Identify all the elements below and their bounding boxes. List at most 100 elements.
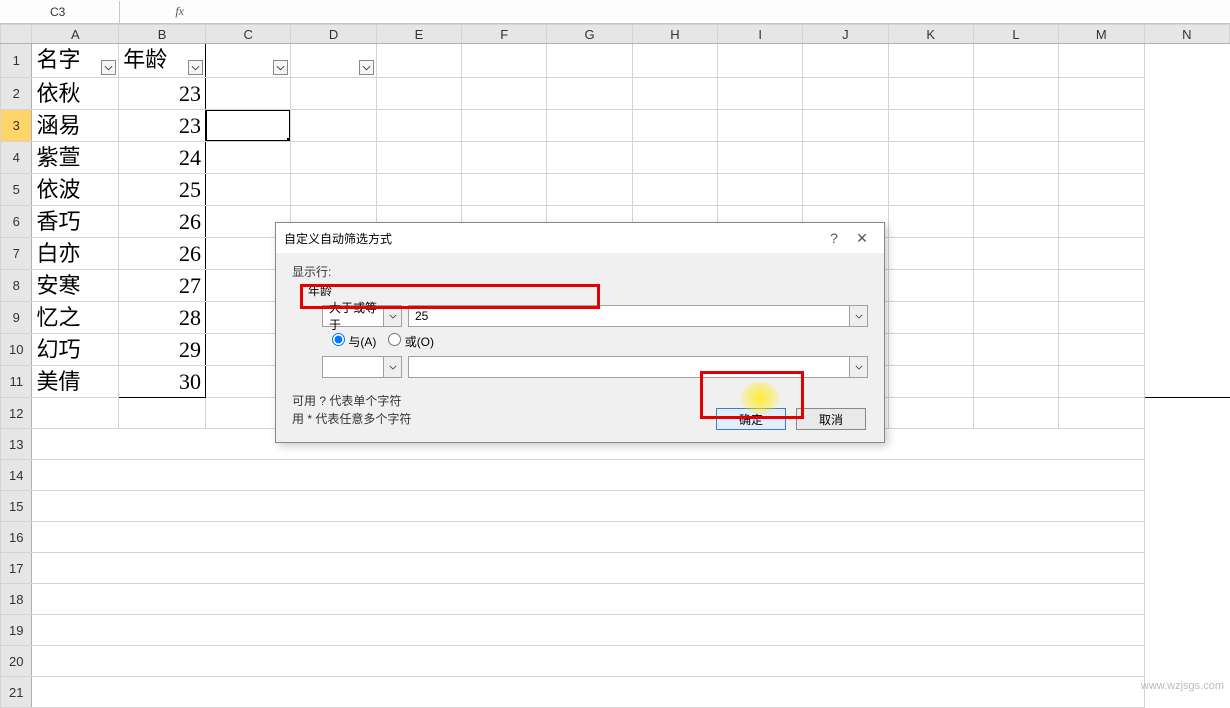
cell[interactable] (973, 110, 1058, 142)
cell[interactable] (32, 522, 1144, 553)
help-icon[interactable]: ? (820, 227, 848, 249)
filter-button-B[interactable] (188, 60, 203, 75)
cell[interactable]: 24 (119, 142, 206, 174)
cell[interactable] (1059, 398, 1144, 429)
row-header-1[interactable]: 1 (1, 44, 32, 78)
cancel-button[interactable]: 取消 (796, 408, 866, 430)
chevron-down-icon[interactable] (849, 306, 867, 326)
cell[interactable]: 忆之 (32, 302, 119, 334)
cell[interactable] (1059, 174, 1144, 206)
cell[interactable] (718, 110, 803, 142)
cell[interactable] (462, 44, 547, 78)
row-header[interactable]: 4 (1, 142, 32, 174)
cell[interactable]: 26 (119, 206, 206, 238)
col-header-M[interactable]: M (1059, 25, 1144, 44)
row-header[interactable]: 20 (1, 646, 32, 677)
cell[interactable] (803, 44, 888, 78)
condition2-value-combo[interactable] (408, 356, 868, 378)
cell[interactable] (1059, 238, 1144, 270)
cell[interactable] (888, 44, 973, 78)
cell[interactable] (1059, 302, 1144, 334)
cell[interactable] (1059, 270, 1144, 302)
cell[interactable] (32, 584, 1144, 615)
row-header[interactable]: 17 (1, 553, 32, 584)
row-header[interactable]: 14 (1, 460, 32, 491)
row-header[interactable]: 12 (1, 398, 32, 429)
cell[interactable] (32, 646, 1144, 677)
cell[interactable] (973, 334, 1058, 366)
cell[interactable] (291, 110, 376, 142)
cell[interactable]: 30 (119, 366, 206, 398)
row-header[interactable]: 15 (1, 491, 32, 522)
name-box[interactable]: C3 (0, 1, 120, 23)
row-header[interactable]: 7 (1, 238, 32, 270)
cell[interactable] (1059, 44, 1144, 78)
cell[interactable] (718, 142, 803, 174)
cell[interactable] (973, 238, 1058, 270)
cell[interactable]: 26 (119, 238, 206, 270)
col-header-I[interactable]: I (718, 25, 803, 44)
cell[interactable]: 23 (119, 78, 206, 110)
cell[interactable] (547, 78, 632, 110)
cell[interactable] (888, 366, 973, 398)
col-header-F[interactable]: F (462, 25, 547, 44)
cell-C3-selected[interactable] (206, 110, 291, 142)
cell[interactable] (1059, 206, 1144, 238)
row-header[interactable]: 10 (1, 334, 32, 366)
cell[interactable] (888, 334, 973, 366)
formula-input[interactable] (190, 2, 1230, 22)
cell[interactable] (547, 44, 632, 78)
cell[interactable] (291, 78, 376, 110)
row-header[interactable]: 16 (1, 522, 32, 553)
cell[interactable] (32, 677, 1144, 708)
cell[interactable] (632, 110, 717, 142)
cell[interactable] (632, 44, 717, 78)
col-header-C[interactable]: C (206, 25, 291, 44)
cell[interactable] (973, 206, 1058, 238)
cell[interactable]: 29 (119, 334, 206, 366)
cell[interactable] (119, 398, 206, 429)
cell[interactable] (973, 174, 1058, 206)
col-header-K[interactable]: K (888, 25, 973, 44)
cell[interactable]: 涵易 (32, 110, 119, 142)
cell[interactable] (973, 142, 1058, 174)
row-header[interactable]: 8 (1, 270, 32, 302)
filter-button-D[interactable] (359, 60, 374, 75)
col-header-G[interactable]: G (547, 25, 632, 44)
cell[interactable] (973, 398, 1058, 429)
cell[interactable] (32, 491, 1144, 522)
cell[interactable] (1059, 110, 1144, 142)
chevron-down-icon[interactable] (849, 357, 867, 377)
cell[interactable] (206, 174, 291, 206)
cell[interactable] (462, 110, 547, 142)
cell[interactable] (888, 206, 973, 238)
cell[interactable]: 23 (119, 110, 206, 142)
cell[interactable] (1059, 142, 1144, 174)
cell[interactable] (973, 366, 1058, 398)
col-header-D[interactable]: D (291, 25, 376, 44)
cell[interactable] (1059, 334, 1144, 366)
col-header-J[interactable]: J (803, 25, 888, 44)
fx-icon[interactable]: fx (120, 4, 190, 19)
cell[interactable]: 25 (119, 174, 206, 206)
cell[interactable] (32, 398, 119, 429)
select-all-corner[interactable] (1, 25, 32, 44)
cell[interactable] (376, 110, 461, 142)
cell[interactable] (32, 615, 1144, 646)
filter-button-A[interactable] (101, 60, 116, 75)
col-header-B[interactable]: B (119, 25, 206, 44)
cell[interactable] (376, 44, 461, 78)
cell[interactable] (973, 270, 1058, 302)
dialog-titlebar[interactable]: 自定义自动筛选方式 ? ✕ (276, 223, 884, 253)
row-header[interactable]: 11 (1, 366, 32, 398)
close-icon[interactable]: ✕ (848, 227, 876, 249)
cell[interactable] (547, 110, 632, 142)
cell[interactable] (803, 78, 888, 110)
cell[interactable] (462, 78, 547, 110)
cell[interactable]: 紫萱 (32, 142, 119, 174)
fill-handle[interactable] (287, 138, 291, 142)
cell[interactable] (888, 238, 973, 270)
col-header-H[interactable]: H (632, 25, 717, 44)
cell[interactable]: 美倩 (32, 366, 119, 398)
cell[interactable] (718, 44, 803, 78)
